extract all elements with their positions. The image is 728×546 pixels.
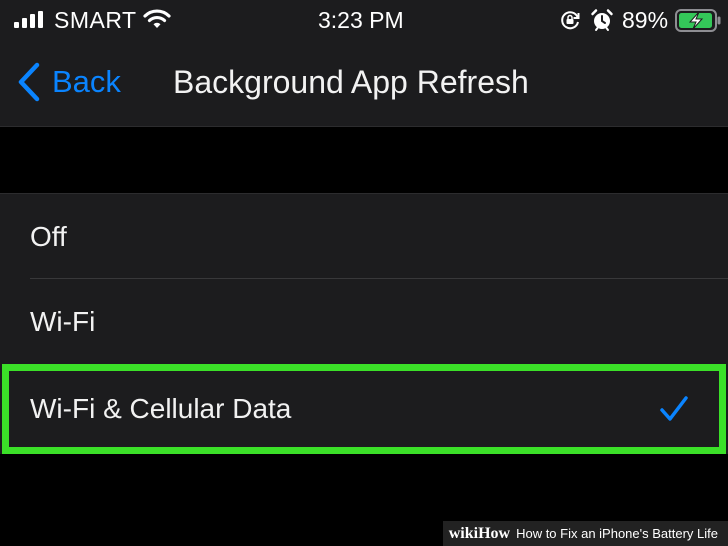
chevron-left-icon [18, 62, 40, 102]
watermark-text: How to Fix an iPhone's Battery Life [516, 526, 718, 541]
option-wifi[interactable]: Wi-Fi [0, 279, 728, 364]
signal-icon [14, 11, 43, 28]
carrier-name: SMART [54, 7, 137, 33]
option-label: Wi-Fi [30, 305, 96, 337]
checkmark-icon [660, 396, 688, 421]
alarm-icon [591, 9, 613, 31]
option-off[interactable]: Off [0, 194, 728, 279]
wikihow-logo: wikiHow [448, 524, 511, 542]
back-label: Back [52, 64, 121, 99]
page-title: Background App Refresh [173, 64, 529, 100]
battery-charging-icon [675, 9, 721, 32]
refresh-options-list: Off Wi-Fi Wi-Fi & Cellular Data [0, 193, 728, 454]
status-time: 3:23 PM [318, 7, 404, 33]
back-button[interactable]: Back [16, 62, 121, 102]
option-label: Wi-Fi & Cellular Data [30, 393, 292, 424]
wifi-icon [143, 9, 171, 28]
option-wifi-cellular[interactable]: Wi-Fi & Cellular Data [2, 364, 726, 454]
battery-percent: 89% [622, 7, 669, 33]
wikihow-watermark: wikiHow How to Fix an iPhone's Battery L… [442, 521, 728, 546]
rotation-lock-icon [561, 11, 580, 30]
option-label: Off [30, 220, 67, 252]
status-bar: SMART 3:23 PM 89% [0, 0, 728, 40]
navigation-bar: Back Background App Refresh [0, 40, 728, 127]
